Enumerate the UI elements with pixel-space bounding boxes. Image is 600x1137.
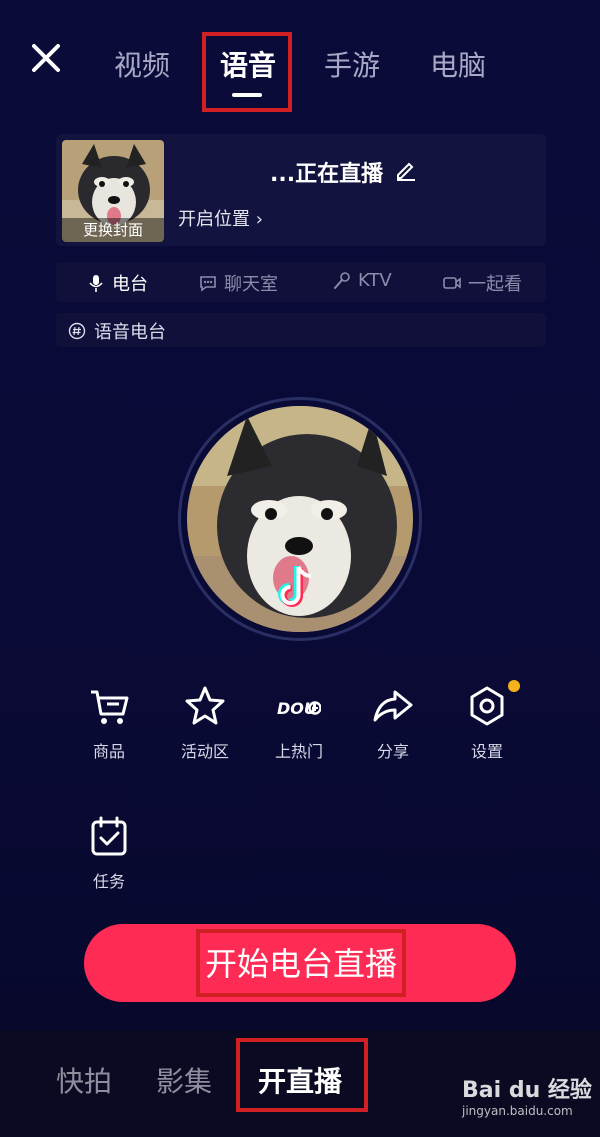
nav-quick-shot[interactable]: 快拍	[56, 1060, 112, 1100]
tool-activity[interactable]: 活动区	[160, 684, 250, 762]
location-toggle[interactable]: 开启位置 ›	[178, 205, 263, 231]
svg-text:DOU: DOU	[277, 699, 317, 718]
tool-label: 上热门	[274, 742, 323, 761]
live-title[interactable]: ...正在直播	[270, 156, 383, 188]
highlight-box-voice-tab	[202, 32, 292, 112]
avatar[interactable]	[187, 406, 413, 632]
microphone-icon	[89, 275, 103, 292]
settings-icon	[470, 686, 504, 726]
tab-computer[interactable]: 电脑	[430, 44, 486, 84]
highlight-box-go-live	[236, 1038, 368, 1112]
edit-icon[interactable]	[394, 157, 418, 181]
topic-tag[interactable]: 语音电台	[68, 318, 166, 344]
tool-products[interactable]: 商品	[64, 684, 154, 762]
tool-label: 活动区	[180, 742, 229, 761]
tool-label: 任务	[92, 872, 125, 891]
tool-promote[interactable]: DOU 上热门	[254, 684, 344, 762]
close-icon	[32, 44, 60, 72]
mode-label: 电台	[112, 274, 148, 295]
start-button-label[interactable]: 开始电台直播	[196, 929, 406, 997]
topic-label: 语音电台	[94, 322, 166, 343]
mode-chatroom[interactable]: 聊天室	[198, 270, 278, 296]
notification-dot	[508, 680, 520, 692]
mode-ktv[interactable]: KTV	[332, 270, 392, 291]
video-icon	[443, 277, 461, 289]
close-button[interactable]	[28, 40, 68, 80]
tool-share[interactable]: 分享	[348, 684, 438, 762]
mode-watch-together[interactable]: 一起看	[442, 270, 522, 296]
dou-icon: DOU	[277, 699, 321, 718]
task-icon	[91, 816, 127, 856]
dog-photo	[187, 406, 413, 632]
tool-settings[interactable]: 设置	[442, 684, 532, 762]
mode-label: KTV	[358, 270, 392, 291]
watermark-main-text: Bai du 经验	[462, 1078, 592, 1103]
tool-label: 商品	[92, 742, 125, 761]
star-icon	[185, 686, 225, 725]
watermark-logo: Bai du 经验	[462, 1072, 592, 1104]
chat-bubble-icon	[200, 276, 216, 292]
baidu-watermark: Bai du 经验 jingyan.baidu.com	[462, 1072, 592, 1118]
tab-mobile-game[interactable]: 手游	[324, 44, 380, 84]
watermark-url: jingyan.baidu.com	[462, 1104, 573, 1118]
share-icon	[373, 690, 413, 722]
hashtag-icon	[68, 322, 86, 340]
mode-label: 聊天室	[224, 274, 278, 295]
mode-radio[interactable]: 电台	[86, 270, 148, 296]
mode-label: 一起看	[468, 274, 522, 295]
ktv-mic-icon	[334, 271, 350, 289]
tool-tasks[interactable]: 任务	[64, 814, 154, 892]
tab-video[interactable]: 视频	[114, 44, 170, 84]
cart-icon	[91, 690, 129, 724]
nav-album[interactable]: 影集	[156, 1060, 212, 1100]
change-cover-label[interactable]: 更换封面	[62, 218, 164, 242]
tool-label: 分享	[376, 742, 409, 761]
tool-label: 设置	[470, 742, 503, 761]
